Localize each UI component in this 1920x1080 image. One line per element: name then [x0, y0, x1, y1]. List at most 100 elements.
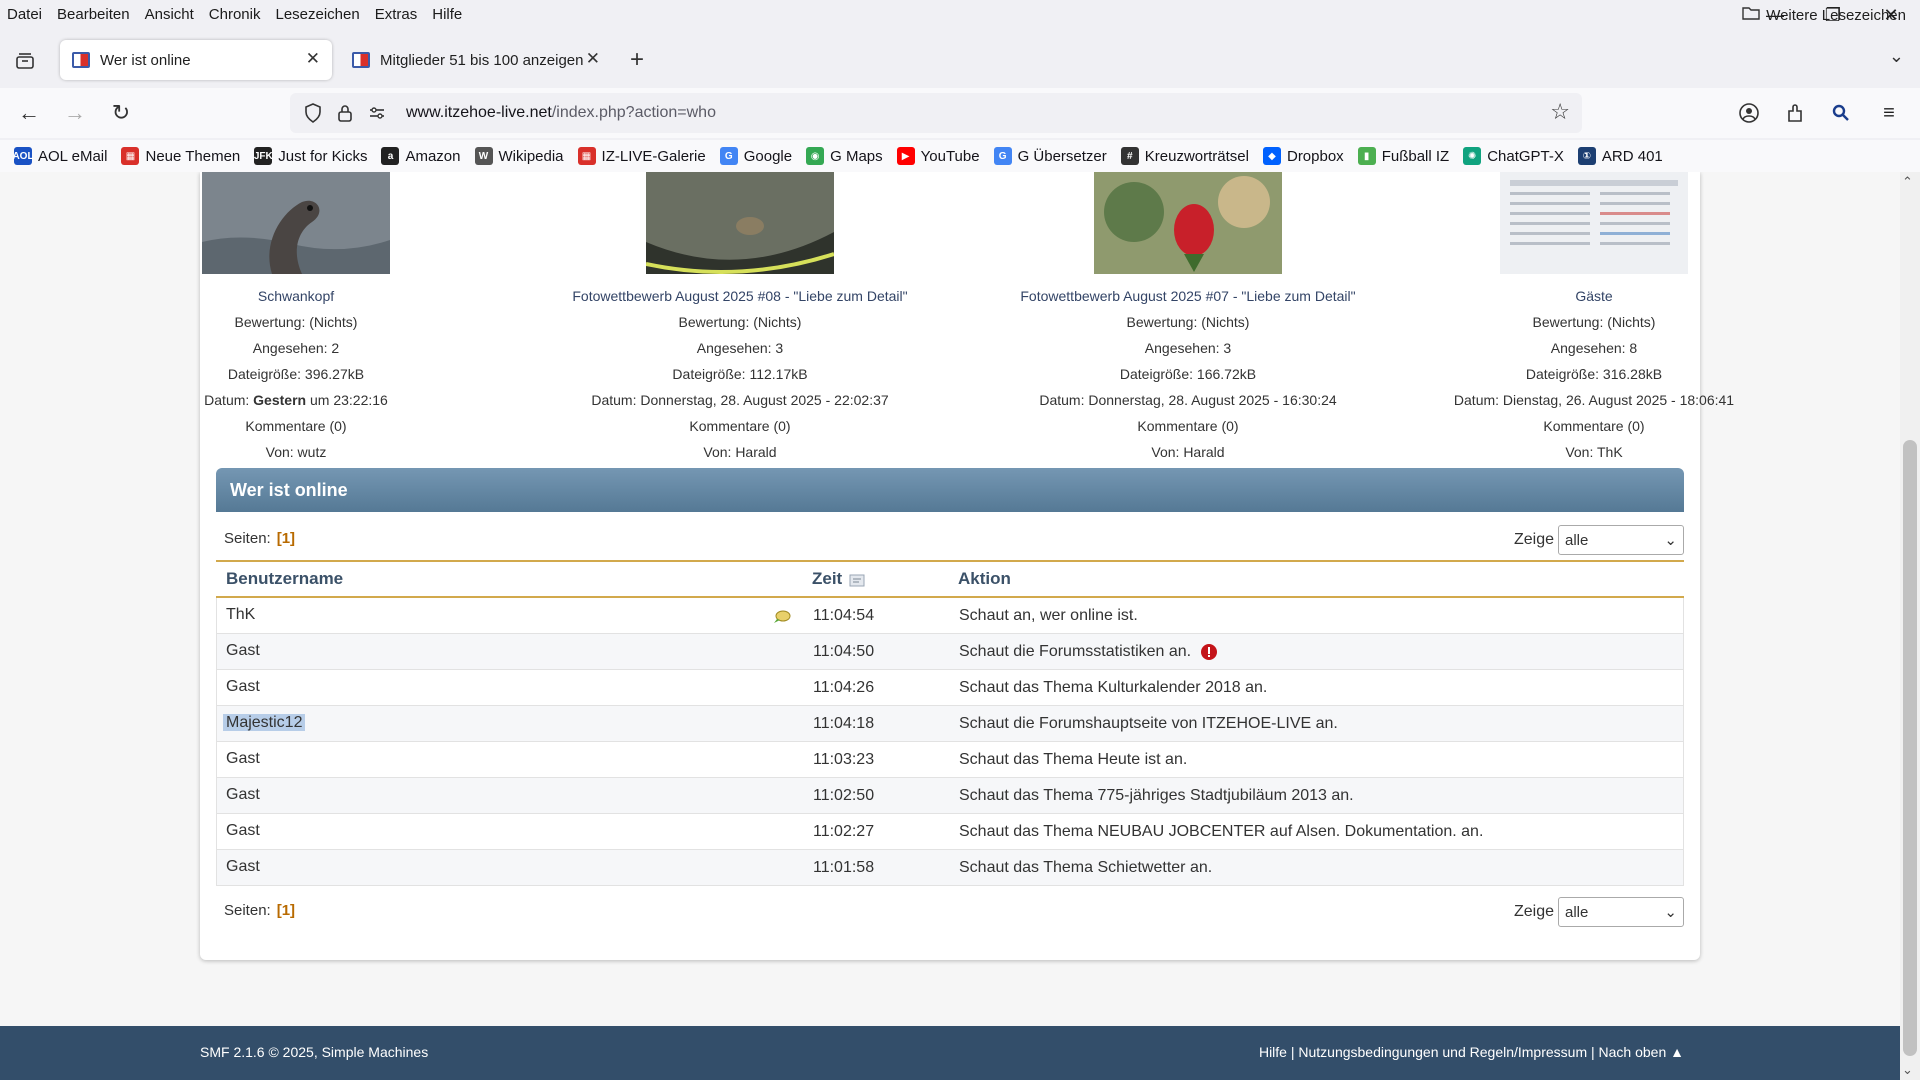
page-link[interactable]: [1]: [277, 530, 295, 547]
menu-extras[interactable]: Extras: [368, 6, 426, 23]
row-time: 11:04:54: [813, 607, 875, 624]
folder-icon: [1742, 6, 1760, 24]
chevron-down-icon[interactable]: ⌄: [1889, 46, 1904, 67]
menu-chronik[interactable]: Chronik: [202, 6, 269, 23]
search-icon[interactable]: [1826, 98, 1856, 128]
gallery-item-author[interactable]: Von: ThK: [1370, 439, 1818, 465]
bookmark-item[interactable]: ▮ Fußball IZ: [1357, 147, 1449, 165]
bookmark-item[interactable]: ▦ IZ-LIVE-Galerie: [577, 147, 706, 165]
account-icon[interactable]: [1734, 98, 1764, 128]
menu-ansicht[interactable]: Ansicht: [138, 6, 202, 23]
more-bookmarks[interactable]: Weitere Lesezeichen: [1742, 6, 1906, 24]
footer-copyright[interactable]: SMF 2.1.6 © 2025, Simple Machines: [200, 1044, 428, 1060]
page-scrollbar[interactable]: ⌃ ⌄: [1900, 172, 1920, 1080]
show-filter-value: alle: [1565, 531, 1589, 549]
gallery-item-author[interactable]: Von: wutz: [72, 439, 520, 465]
row-username[interactable]: ThK: [226, 598, 255, 632]
row-action[interactable]: Schaut das Thema Heute ist an.: [959, 742, 1187, 778]
close-tab-icon[interactable]: ✕: [306, 49, 320, 69]
more-bookmarks-label: Weitere Lesezeichen: [1766, 6, 1906, 24]
bookmark-favicon-icon: ▦: [577, 147, 596, 165]
table-row: Majestic12 11:04:18 Schaut die Forumshau…: [216, 706, 1684, 742]
show-filter-select[interactable]: alle ⌄: [1558, 897, 1684, 927]
row-action[interactable]: Schaut die Forumshauptseite von ITZEHOE-…: [959, 706, 1338, 742]
forward-icon[interactable]: →: [60, 98, 90, 128]
show-label: Zeige: [1513, 531, 1554, 548]
forum-content: Schwankopf Bewertung: (Nichts) Angesehen…: [200, 172, 1734, 960]
row-action-text[interactable]: Schaut die Forumsstatistiken an.: [959, 643, 1191, 660]
bookmark-item[interactable]: a Amazon: [381, 147, 461, 165]
bookmark-item[interactable]: ✺ ChatGPT-X: [1463, 147, 1564, 165]
site-permissions-icon[interactable]: [362, 98, 392, 128]
bookmark-label: ARD 401: [1601, 147, 1663, 165]
gallery-item-title[interactable]: Gäste: [1370, 283, 1818, 309]
menu-datei[interactable]: Datei: [0, 6, 50, 23]
menu-lesezeichen[interactable]: Lesezeichen: [268, 6, 367, 23]
reload-icon[interactable]: ↻: [106, 98, 136, 128]
hamburger-menu-icon[interactable]: ≡: [1874, 98, 1904, 128]
back-icon[interactable]: ←: [14, 98, 44, 128]
bookmark-item[interactable]: ① ARD 401: [1577, 147, 1663, 165]
menu-bearbeiten[interactable]: Bearbeiten: [50, 6, 138, 23]
image-thumbnail-detail-07[interactable]: [1094, 172, 1282, 274]
bookmark-star-icon[interactable]: ☆: [1550, 99, 1570, 125]
row-action[interactable]: Schaut das Thema Kulturkalender 2018 an.: [959, 670, 1267, 706]
row-username-selected[interactable]: Majestic12: [223, 714, 306, 731]
url-bar[interactable]: www.itzehoe-live.net/index.php?action=wh…: [290, 93, 1582, 133]
row-action[interactable]: Schaut das Thema NEUBAU JOBCENTER auf Al…: [959, 814, 1483, 850]
lock-icon[interactable]: [330, 98, 360, 128]
bookmark-favicon-icon: G: [993, 147, 1012, 165]
gallery-item-date: Datum: Donnerstag, 28. August 2025 - 22:…: [591, 392, 889, 408]
gallery-item-comments[interactable]: Kommentare (0): [72, 413, 520, 439]
bookmark-item[interactable]: ▦ Neue Themen: [121, 147, 240, 165]
bookmark-favicon-icon: G: [719, 147, 738, 165]
tab-wer-ist-online[interactable]: Wer ist online ✕: [60, 40, 332, 80]
scroll-down-icon[interactable]: ⌄: [1902, 1062, 1913, 1078]
image-thumbnail-detail-08[interactable]: [645, 172, 835, 274]
gallery-item-title[interactable]: Fotowettbewerb August 2025 #07 - "Liebe …: [964, 283, 1412, 309]
chat-bubble-icon[interactable]: [773, 610, 791, 624]
row-username: Gast: [226, 750, 260, 767]
scrollbar-thumb[interactable]: [1903, 440, 1917, 1056]
bookmark-item[interactable]: W Wikipedia: [474, 147, 564, 165]
gallery-item-comments[interactable]: Kommentare (0): [964, 413, 1412, 439]
new-tab-icon[interactable]: +: [630, 46, 644, 74]
gallery-item-author[interactable]: Von: Harald: [964, 439, 1412, 465]
close-tab-icon[interactable]: ✕: [586, 49, 600, 69]
row-action[interactable]: Schaut das Thema 775-jähriges Stadtjubil…: [959, 778, 1354, 814]
gallery-item-title[interactable]: Schwankopf: [72, 283, 520, 309]
gallery-item-author[interactable]: Von: Harald: [516, 439, 964, 465]
chevron-down-icon: ⌄: [1664, 532, 1677, 549]
row-action[interactable]: Schaut das Thema Schietwetter an.: [959, 850, 1212, 886]
menu-hilfe[interactable]: Hilfe: [425, 6, 470, 23]
bookmark-item[interactable]: # Kreuzworträtsel: [1120, 147, 1249, 165]
bookmark-item[interactable]: JFK Just for Kicks: [254, 147, 367, 165]
bookmark-item[interactable]: G Google: [719, 147, 792, 165]
image-thumbnail-gaeste[interactable]: [1500, 172, 1688, 274]
bookmark-item[interactable]: ◆ Dropbox: [1262, 147, 1344, 165]
gallery-item: Gäste Bewertung: (Nichts) Angesehen: 8 D…: [1370, 172, 1818, 465]
footer-links[interactable]: Hilfe | Nutzungsbedingungen und Regeln/I…: [1259, 1044, 1684, 1060]
bookmark-item[interactable]: ◉ G Maps: [806, 147, 883, 165]
show-filter-select[interactable]: alle ⌄: [1558, 525, 1684, 555]
url-text[interactable]: www.itzehoe-live.net/index.php?action=wh…: [406, 104, 716, 122]
bookmark-favicon-icon: ◆: [1262, 147, 1281, 165]
bookmark-item[interactable]: ▶ YouTube: [896, 147, 980, 165]
gallery-item-comments[interactable]: Kommentare (0): [1370, 413, 1818, 439]
shield-icon[interactable]: [298, 98, 328, 128]
image-thumbnail-swan[interactable]: [202, 172, 390, 274]
bookmark-item[interactable]: G G Übersetzer: [993, 147, 1107, 165]
pagination-bottom: Seiten: [1] Zeige alle ⌄: [216, 894, 1684, 930]
page-link[interactable]: [1]: [277, 902, 295, 919]
column-header-time[interactable]: Zeit: [812, 562, 865, 596]
scroll-up-icon[interactable]: ⌃: [1902, 174, 1913, 190]
extensions-icon[interactable]: [1780, 98, 1810, 128]
gallery-item: Fotowettbewerb August 2025 #07 - "Liebe …: [964, 172, 1412, 465]
gallery-item-comments[interactable]: Kommentare (0): [516, 413, 964, 439]
tab-list-icon[interactable]: [12, 48, 38, 74]
gallery-item-title[interactable]: Fotowettbewerb August 2025 #08 - "Liebe …: [516, 283, 964, 309]
bookmark-item[interactable]: AOL AOL eMail: [12, 147, 107, 165]
tab-mitglieder[interactable]: Mitglieder 51 bis 100 anzeigen ✕: [340, 40, 612, 80]
gallery-item-date: Datum: Dienstag, 26. August 2025 - 18:06…: [1453, 392, 1735, 408]
column-header-username[interactable]: Benutzername: [226, 562, 343, 596]
